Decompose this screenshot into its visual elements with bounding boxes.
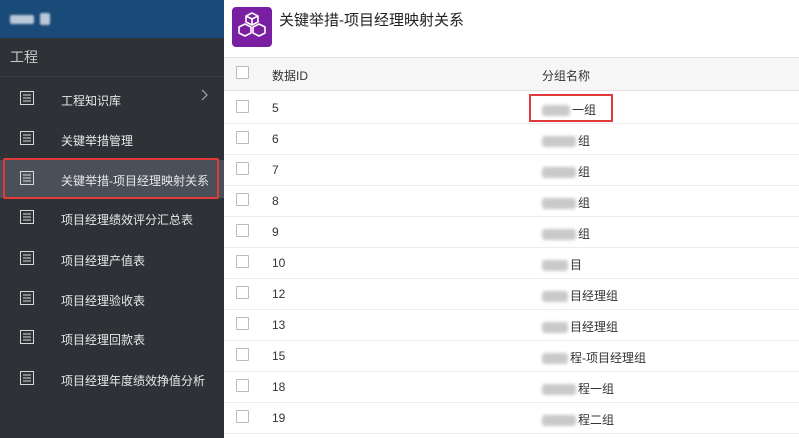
row-group-name: 程-项目经理组: [570, 351, 646, 365]
sidebar-item-pm-annual-ev[interactable]: 项目经理年度绩效挣值分析: [0, 360, 224, 398]
cubes-icon: [232, 7, 272, 47]
redacted-text: [542, 322, 568, 334]
row-id: 5: [272, 101, 279, 115]
row-checkbox[interactable]: [236, 317, 249, 330]
row-id: 12: [272, 287, 286, 301]
sidebar-item-label: 项目经理产值表: [61, 254, 146, 268]
redacted-text: [542, 198, 576, 210]
document-list-icon: [20, 330, 34, 344]
document-list-icon: [20, 371, 34, 385]
table-row[interactable]: 15 程-项目经理组: [224, 340, 799, 372]
document-list-icon: [20, 171, 34, 185]
table-row[interactable]: 7 组: [224, 154, 799, 186]
row-group-name: 组: [578, 227, 591, 241]
column-header-group-name[interactable]: 分组名称: [542, 67, 590, 84]
table-row[interactable]: 8 组: [224, 185, 799, 217]
table-header: 数据ID 分组名称: [224, 58, 799, 91]
redacted-text: [542, 260, 568, 272]
redacted-text: [542, 415, 576, 427]
document-list-icon: [20, 131, 34, 145]
sidebar-item-pm-payment[interactable]: 项目经理回款表: [0, 319, 224, 357]
redacted-text: [542, 384, 576, 396]
table-row[interactable]: 13 目经理组: [224, 309, 799, 341]
table-row[interactable]: 6 组: [224, 123, 799, 155]
redacted-text: [542, 353, 568, 365]
row-checkbox[interactable]: [236, 193, 249, 206]
row-id: 8: [272, 194, 279, 208]
sidebar-item-label: 关键举措-项目经理映射关系: [61, 174, 209, 188]
row-group-name: 目经理组: [570, 320, 619, 334]
row-group-name: 组: [578, 196, 591, 210]
redacted-text: [542, 291, 568, 303]
row-checkbox[interactable]: [236, 379, 249, 392]
table-row[interactable]: 10 目: [224, 247, 799, 279]
row-checkbox[interactable]: [236, 255, 249, 268]
redacted-logo: [10, 14, 34, 24]
sidebar-item-label: 项目经理绩效评分汇总表: [61, 213, 194, 227]
row-group-name: 目: [570, 258, 583, 272]
sidebar-item-label: 项目经理年度绩效挣值分析: [61, 374, 206, 388]
row-id: 9: [272, 225, 279, 239]
table-row[interactable]: 12 目经理组: [224, 278, 799, 310]
row-checkbox[interactable]: [236, 131, 249, 144]
document-list-icon: [20, 251, 34, 265]
document-list-icon: [20, 91, 34, 105]
sidebar: 工程 工程知识库 关键举措管理 关键举措-项目经理映射关系 项目经理绩效评分汇总…: [0, 0, 224, 438]
row-id: 10: [272, 256, 286, 270]
row-id: 15: [272, 349, 286, 363]
sidebar-top-bar: [0, 0, 224, 38]
redacted-text: [542, 136, 576, 148]
select-all-checkbox[interactable]: [236, 66, 249, 79]
sidebar-item-measure-pm-mapping[interactable]: 关键举措-项目经理映射关系: [0, 160, 224, 198]
row-checkbox[interactable]: [236, 224, 249, 237]
row-checkbox[interactable]: [236, 410, 249, 423]
row-checkbox[interactable]: [236, 100, 249, 113]
sidebar-item-knowledge-base[interactable]: 工程知识库: [0, 80, 224, 118]
sidebar-item-key-measures[interactable]: 关键举措管理: [0, 120, 224, 158]
row-checkbox[interactable]: [236, 162, 249, 175]
redacted-text: [542, 167, 576, 179]
column-header-id[interactable]: 数据ID: [272, 67, 308, 84]
row-id: 19: [272, 411, 286, 425]
document-list-icon: [20, 210, 34, 224]
table-row[interactable]: 5 一组: [224, 92, 799, 124]
row-group-name: 组: [578, 134, 591, 148]
sidebar-group-label: 工程: [0, 38, 224, 77]
row-checkbox[interactable]: [236, 286, 249, 299]
row-id: 13: [272, 318, 286, 332]
sidebar-item-label: 工程知识库: [61, 94, 122, 108]
page-title: 关键举措-项目经理映射关系: [279, 12, 464, 29]
sidebar-item-label: 关键举措管理: [61, 134, 134, 148]
sidebar-item-label: 项目经理回款表: [61, 333, 146, 347]
sidebar-item-pm-output[interactable]: 项目经理产值表: [0, 240, 224, 278]
row-group-name: 组: [578, 165, 591, 179]
sidebar-item-label: 项目经理验收表: [61, 294, 146, 308]
sidebar-item-pm-acceptance[interactable]: 项目经理验收表: [0, 280, 224, 318]
cubes-glyph: [238, 12, 266, 37]
table-row[interactable]: 19 程二组: [224, 402, 799, 434]
row-group-name: 程二组: [578, 413, 615, 427]
row-id: 7: [272, 163, 279, 177]
row-id: 6: [272, 132, 279, 146]
redacted-logo-mark: [40, 13, 50, 25]
row-group-name: 程一组: [578, 382, 615, 396]
redacted-text: [542, 105, 570, 117]
table-row[interactable]: 9 组: [224, 216, 799, 248]
chevron-right-icon: [201, 89, 208, 101]
row-checkbox[interactable]: [236, 348, 249, 361]
document-list-icon: [20, 291, 34, 305]
sidebar-item-pm-score-summary[interactable]: 项目经理绩效评分汇总表: [0, 199, 224, 237]
redacted-text: [542, 229, 576, 241]
row-group-name: 目经理组: [570, 289, 619, 303]
row-id: 18: [272, 380, 286, 394]
page-header: 关键举措-项目经理映射关系: [224, 0, 799, 58]
row-group-name: 一组: [572, 103, 597, 117]
main-content: 关键举措-项目经理映射关系 数据ID 分组名称 5 一组 6 组 7 组 8 组…: [224, 0, 799, 438]
table-row[interactable]: 18 程一组: [224, 371, 799, 403]
